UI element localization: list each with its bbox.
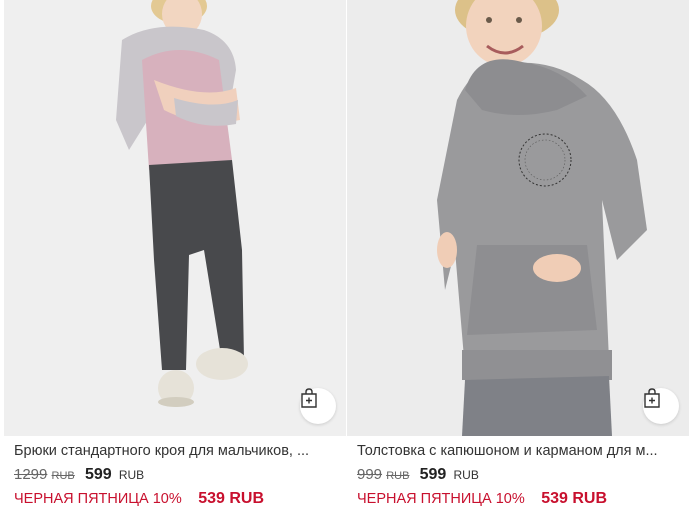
current-price: 599 [84, 466, 112, 483]
product-title[interactable]: Толстовка с капюшоном и карманом для м..… [357, 443, 681, 459]
product-grid: Брюки стандартного кроя для мальчиков, .… [0, 0, 692, 519]
current-price-currency: RUB [453, 468, 479, 482]
add-to-cart-button[interactable] [300, 388, 336, 424]
shopping-bag-plus-icon [644, 388, 660, 408]
price-row: 1299 RUB 599 RUB [14, 466, 144, 484]
promo-row: ЧЕРНАЯ ПЯТНИЦА 10% 539 RUB [357, 490, 607, 508]
product-image[interactable] [347, 0, 689, 436]
shopping-bag-plus-icon [301, 388, 317, 408]
current-price: 599 [419, 466, 447, 483]
promo-label: ЧЕРНАЯ ПЯТНИЦА 10% [357, 491, 525, 507]
add-to-cart-button[interactable] [643, 388, 679, 424]
promo-label: ЧЕРНАЯ ПЯТНИЦА 10% [14, 491, 182, 507]
product-title[interactable]: Брюки стандартного кроя для мальчиков, .… [14, 443, 338, 459]
promo-price: 539 RUB [198, 490, 265, 507]
old-price: 999 [357, 466, 383, 483]
product-photo-boy-hoodie [347, 0, 689, 436]
old-price: 1299 [14, 466, 48, 483]
product-card[interactable]: Брюки стандартного кроя для мальчиков, .… [4, 0, 346, 519]
promo-price: 539 RUB [541, 490, 608, 507]
price-row: 999 RUB 599 RUB [357, 466, 479, 484]
product-card[interactable]: Толстовка с капюшоном и карманом для м..… [347, 0, 689, 519]
current-price-currency: RUB [118, 468, 145, 482]
old-price-currency: RUB [51, 470, 75, 482]
promo-row: ЧЕРНАЯ ПЯТНИЦА 10% 539 RUB [14, 490, 264, 508]
product-image[interactable] [4, 0, 346, 436]
product-photo-boy-trousers [4, 0, 346, 436]
old-price-currency: RUB [386, 470, 410, 482]
